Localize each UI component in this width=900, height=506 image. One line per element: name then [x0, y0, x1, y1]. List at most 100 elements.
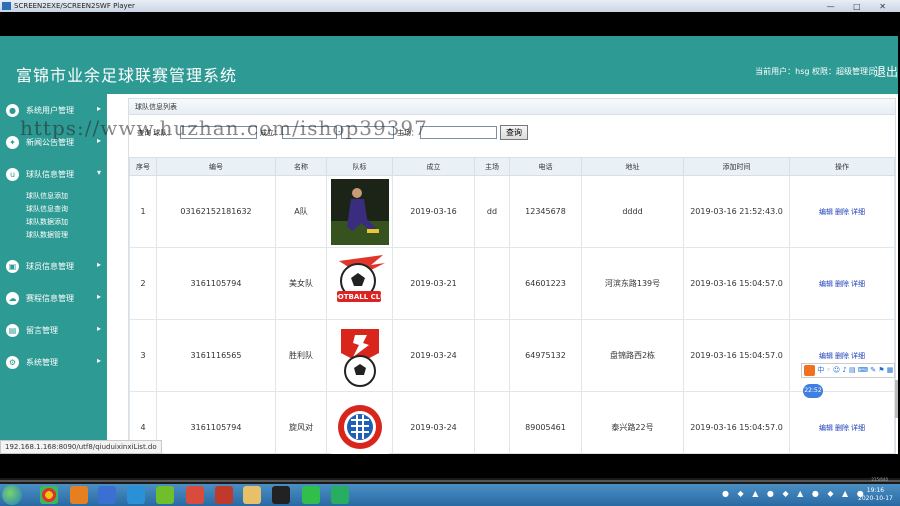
cell-added: 2019-03-16 15:04:57.0	[683, 319, 790, 392]
cell-phone: 89005461	[509, 391, 582, 454]
cell-address: 泰兴路22号	[581, 391, 684, 454]
document-icon[interactable]	[186, 486, 204, 504]
cell-founded: 2019-03-16	[392, 175, 475, 248]
cell-phone: 12345678	[509, 175, 582, 248]
taskbar-clock[interactable]: 19:16 2020-10-17	[858, 487, 893, 503]
submenu-team-add[interactable]: 球队信息添加	[26, 191, 68, 201]
player-title: SCREEN2EXE/SCREEN2SWF Player	[14, 2, 135, 10]
col-ops: 操作	[789, 157, 895, 176]
content-panel: 球队信息列表 查询 球队： 成立： - 主场： 查询 序号 编号 名称 队标 成…	[128, 98, 896, 454]
start-button[interactable]	[2, 485, 22, 505]
player-icon[interactable]	[331, 486, 349, 504]
chrome-icon[interactable]	[40, 486, 58, 504]
ime-float-bubble[interactable]: 22:52	[803, 384, 823, 398]
ime-toolbar[interactable]: 中 ◦ ☺ ♪ ▤ ⌨ ✎ ⚑ ▦	[801, 363, 895, 378]
col-founded: 成立	[392, 157, 475, 176]
table-header-row: 序号 编号 名称 队标 成立 主场 电话 地址 添加时间 操作	[129, 157, 895, 176]
cell-ops: 编辑 删除 详细	[789, 247, 895, 320]
chevron-right-icon: ▸	[96, 104, 101, 113]
col-logo: 队标	[326, 157, 393, 176]
delete-link[interactable]: 删除	[835, 352, 849, 360]
current-user-info: 当前用户：hsg 权限：超级管理员	[755, 67, 876, 76]
cell-logo	[326, 391, 393, 454]
vertical-scrollbar[interactable]	[895, 380, 898, 418]
cell-home	[474, 391, 510, 454]
col-address: 地址	[581, 157, 684, 176]
cell-home: dd	[474, 175, 510, 248]
sidebar: ● 系统用户管理 ▸ ✦ 新闻公告管理 ▸ u 球队信息管理 ▾ 球队信息添加 …	[0, 94, 107, 454]
player-app-icon	[2, 2, 11, 10]
watermark-text: https://www.huzhan.com/ishop39397	[20, 116, 428, 140]
cell-code: 3161105794	[156, 247, 276, 320]
cell-added: 2019-03-16 21:52:43.0	[683, 175, 790, 248]
col-added: 添加时间	[683, 157, 790, 176]
edit-link[interactable]: 编辑	[819, 280, 833, 288]
user-icon: ●	[6, 104, 19, 117]
edit-link[interactable]: 编辑	[819, 352, 833, 360]
cell-founded: 2019-03-24	[392, 391, 475, 454]
cell-home	[474, 247, 510, 320]
edit-link[interactable]: 编辑	[819, 424, 833, 432]
folder-icon[interactable]	[243, 486, 261, 504]
sidebar-item-players[interactable]: ▣ 球员信息管理 ▸	[0, 259, 107, 275]
delete-link[interactable]: 删除	[835, 424, 849, 432]
table-row: 1 03162152181632 A队 2019-03-16 dd 123456…	[129, 175, 895, 248]
system-tray-icons[interactable]: ● ◆ ▲ ● ◆ ▲ ● ◆ ▲ ●	[722, 489, 867, 498]
submenu-team-data-manage[interactable]: 球队数据管理	[26, 230, 68, 240]
cloud-icon: ☁	[6, 292, 19, 305]
sidebar-item-teams[interactable]: u 球队信息管理 ▾	[0, 167, 107, 183]
chevron-right-icon: ▸	[96, 356, 101, 365]
seek-track	[0, 480, 900, 482]
delete-link[interactable]: 删除	[835, 280, 849, 288]
tool-icon[interactable]	[156, 486, 174, 504]
cell-ops: 编辑 删除 详细	[789, 319, 895, 392]
spartak-logo	[330, 322, 389, 389]
logout-link[interactable]: 退出	[874, 63, 898, 80]
sidebar-item-schedule[interactable]: ☁ 赛程信息管理 ▸	[0, 291, 107, 307]
clock-date: 2020-10-17	[858, 495, 893, 502]
cell-phone: 64975132	[509, 319, 582, 392]
cell-ops: 编辑 删除 详细	[789, 391, 895, 454]
cell-seq: 2	[129, 247, 157, 320]
cell-seq: 3	[129, 319, 157, 392]
wechat-icon[interactable]	[302, 486, 320, 504]
detail-link[interactable]: 详细	[851, 424, 865, 432]
home-input[interactable]	[420, 126, 497, 139]
submenu-team-query[interactable]: 球队信息查询	[26, 204, 68, 214]
ime-toolbar-buttons[interactable]: 中 ◦ ☺ ♪ ▤ ⌨ ✎ ⚑ ▦	[817, 366, 893, 374]
app-icon[interactable]	[98, 486, 116, 504]
col-code: 编号	[156, 157, 276, 176]
chevron-right-icon: ▸	[96, 324, 101, 333]
status-url-tooltip: 192.168.1.168:8090/utf8/qiuduixinxiList.…	[0, 440, 162, 454]
file-icon[interactable]	[70, 486, 88, 504]
cell-added: 2019-03-16 15:04:57.0	[683, 391, 790, 454]
cell-address: 河滨东路139号	[581, 247, 684, 320]
chevron-down-icon: ▾	[96, 168, 101, 177]
qq-icon[interactable]	[272, 486, 290, 504]
detail-link[interactable]: 详细	[851, 280, 865, 288]
cell-address: 盘锦路西2栋	[581, 319, 684, 392]
delete-link[interactable]: 删除	[835, 208, 849, 216]
search-button[interactable]: 查询	[500, 125, 528, 140]
club-logo-text: FOOTBALL CLUB	[331, 293, 389, 301]
table-row: 3 3161116565 胜利队 2019-03-24 64975132 盘锦路…	[129, 319, 895, 392]
sogou-ime-icon	[804, 364, 815, 376]
chevron-right-icon: ▸	[96, 260, 101, 269]
detail-link[interactable]: 详细	[851, 352, 865, 360]
edit-link[interactable]: 编辑	[819, 208, 833, 216]
cell-name: 美女队	[275, 247, 327, 320]
megaphone-icon: ✦	[6, 136, 19, 149]
cell-code: 3161116565	[156, 319, 276, 392]
submenu-team-data-add[interactable]: 球队数据添加	[26, 217, 68, 227]
detail-link[interactable]: 详细	[851, 208, 865, 216]
cell-home	[474, 319, 510, 392]
flash-icon[interactable]	[215, 486, 233, 504]
cell-name: 胜利队	[275, 319, 327, 392]
cell-added: 2019-03-16 15:04:57.0	[683, 247, 790, 320]
sidebar-item-messages[interactable]: ▤ 留言管理 ▸	[0, 323, 107, 339]
app-header: 富锦市业余足球联赛管理系统 当前用户：hsg 权限：超级管理员 退出	[0, 36, 898, 94]
browser-icon[interactable]	[127, 486, 145, 504]
sidebar-item-system[interactable]: ⚙ 系统管理 ▸	[0, 355, 107, 371]
letterbox-top	[0, 12, 900, 36]
chevron-right-icon: ▸	[96, 292, 101, 301]
